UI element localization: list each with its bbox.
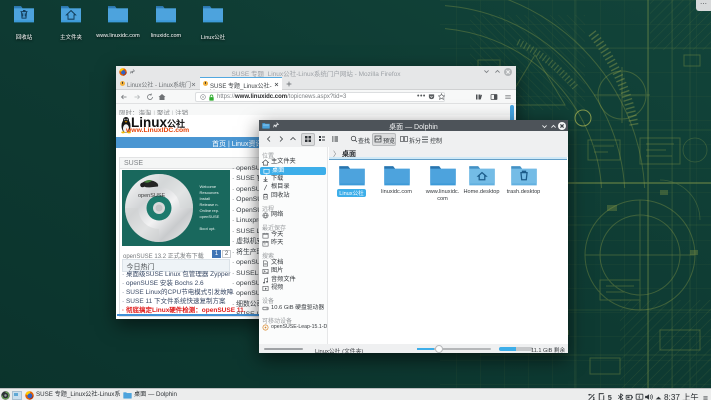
- svg-text:5: 5: [607, 392, 611, 400]
- svg-text:openSUSE: openSUSE: [138, 193, 166, 199]
